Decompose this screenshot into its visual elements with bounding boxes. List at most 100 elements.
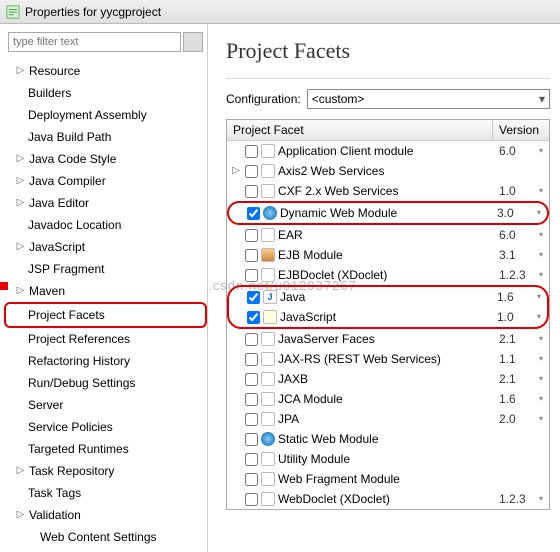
filter-input[interactable] bbox=[8, 32, 181, 52]
facet-checkbox[interactable] bbox=[245, 165, 258, 178]
facet-name: JCA Module bbox=[278, 390, 343, 408]
facet-version[interactable]: 1.0 bbox=[493, 181, 549, 201]
file-icon bbox=[261, 184, 275, 198]
tree-item-label: Deployment Assembly bbox=[28, 106, 147, 124]
expander-icon[interactable]: ▷ bbox=[16, 177, 25, 186]
facet-version[interactable]: 6.0 bbox=[493, 225, 549, 245]
facet-version[interactable]: 3.1 bbox=[493, 245, 549, 265]
facet-version[interactable]: 1.6 bbox=[493, 389, 549, 409]
tree-item-resource[interactable]: ▷ Resource bbox=[4, 60, 207, 82]
tree-item-javascript[interactable]: ▷JavaScript bbox=[4, 236, 207, 258]
expander-icon[interactable]: ▷ bbox=[16, 511, 25, 520]
facet-checkbox[interactable] bbox=[245, 333, 258, 346]
facet-row[interactable]: JCA Module 1.6 bbox=[227, 389, 549, 409]
tree-item-java-compiler[interactable]: ▷Java Compiler bbox=[4, 170, 207, 192]
tree-item-validation[interactable]: ▷Validation bbox=[4, 504, 207, 526]
tree-item-web-content-settings[interactable]: Web Content Settings bbox=[4, 526, 207, 548]
facet-checkbox[interactable] bbox=[245, 185, 258, 198]
tree-item-java-code-style[interactable]: ▷Java Code Style bbox=[4, 148, 207, 170]
tree-item-javadoc-location[interactable]: Javadoc Location bbox=[4, 214, 207, 236]
facet-row[interactable]: JavaScript1.0 bbox=[229, 307, 547, 327]
facet-expander-icon[interactable]: ▷ bbox=[230, 162, 242, 180]
facet-checkbox[interactable] bbox=[247, 311, 260, 324]
facet-row[interactable]: JAXB2.1 bbox=[227, 369, 549, 389]
facet-checkbox[interactable] bbox=[245, 229, 258, 242]
col-header-version[interactable]: Version bbox=[493, 120, 549, 140]
expander-icon[interactable]: ▷ bbox=[16, 467, 25, 476]
expander-icon[interactable]: ▷ bbox=[16, 243, 25, 252]
tree-item-web-page-editor[interactable]: Web Page Editor bbox=[4, 548, 207, 552]
facet-checkbox[interactable] bbox=[245, 249, 258, 262]
tree-item-task-repository[interactable]: ▷Task Repository bbox=[4, 460, 207, 482]
facet-row[interactable]: Dynamic Web Module3.0 bbox=[229, 203, 547, 223]
facet-checkbox[interactable] bbox=[247, 291, 260, 304]
configuration-combo[interactable]: <custom> bbox=[307, 89, 550, 109]
clear-filter-button[interactable] bbox=[183, 32, 203, 52]
facet-row[interactable]: WebDoclet (XDoclet)1.2.3 bbox=[227, 489, 549, 509]
expander-icon[interactable]: ▷ bbox=[16, 287, 25, 296]
tree-item-label: Service Policies bbox=[28, 418, 113, 436]
facet-row[interactable]: EJB Module3.1 bbox=[227, 245, 549, 265]
expander-icon[interactable]: ▷ bbox=[16, 155, 25, 164]
facet-checkbox[interactable] bbox=[247, 207, 260, 220]
facet-checkbox[interactable] bbox=[245, 433, 258, 446]
facet-row[interactable]: JavaServer Faces2.1 bbox=[227, 329, 549, 349]
facet-row[interactable]: EJBDoclet (XDoclet)1.2.3 bbox=[227, 265, 549, 285]
tree-item-task-tags[interactable]: Task Tags bbox=[4, 482, 207, 504]
tree-item-targeted-runtimes[interactable]: Targeted Runtimes bbox=[4, 438, 207, 460]
facet-row[interactable]: Static Web Module bbox=[227, 429, 549, 449]
facet-version[interactable]: 3.0 bbox=[491, 203, 547, 223]
facet-row[interactable]: JJava1.6 bbox=[229, 287, 547, 307]
facet-version[interactable]: 1.2.3 bbox=[493, 265, 549, 285]
facet-version[interactable] bbox=[493, 478, 549, 480]
facet-checkbox[interactable] bbox=[245, 145, 258, 158]
facet-checkbox[interactable] bbox=[245, 453, 258, 466]
tree-item-project-references[interactable]: Project References bbox=[4, 328, 207, 350]
facet-row[interactable]: Web Fragment Module bbox=[227, 469, 549, 489]
tree-item-label: Project Facets bbox=[28, 306, 105, 324]
tree-item-jsp-fragment[interactable]: JSP Fragment bbox=[4, 258, 207, 280]
tree-item-server[interactable]: Server bbox=[4, 394, 207, 416]
facet-row[interactable]: Utility Module bbox=[227, 449, 549, 469]
facet-row[interactable]: JPA2.0 bbox=[227, 409, 549, 429]
facet-row[interactable]: ▷Axis2 Web Services bbox=[227, 161, 549, 181]
facet-version[interactable] bbox=[493, 458, 549, 460]
facet-version[interactable]: 2.1 bbox=[493, 329, 549, 349]
facet-checkbox[interactable] bbox=[245, 353, 258, 366]
tree-item-java-build-path[interactable]: Java Build Path bbox=[4, 126, 207, 148]
expander-icon[interactable]: ▷ bbox=[16, 199, 25, 208]
facet-row[interactable]: EAR6.0 bbox=[227, 225, 549, 245]
facet-checkbox[interactable] bbox=[245, 493, 258, 506]
tree-item-deployment-assembly[interactable]: Deployment Assembly bbox=[4, 104, 207, 126]
facet-checkbox[interactable] bbox=[245, 393, 258, 406]
tree-item-maven[interactable]: ▷Maven bbox=[4, 280, 207, 302]
expander-icon[interactable]: ▷ bbox=[16, 67, 25, 76]
facet-row[interactable]: JAX-RS (REST Web Services)1.1 bbox=[227, 349, 549, 369]
tree-item-label: Refactoring History bbox=[28, 352, 130, 370]
col-header-facet[interactable]: Project Facet bbox=[227, 120, 493, 140]
tree-item-run-debug-settings[interactable]: Run/Debug Settings bbox=[4, 372, 207, 394]
file-icon bbox=[261, 492, 275, 506]
facet-checkbox[interactable] bbox=[245, 269, 258, 282]
facet-version[interactable]: 1.6 bbox=[491, 287, 547, 307]
facet-checkbox[interactable] bbox=[245, 413, 258, 426]
tree-item-java-editor[interactable]: ▷Java Editor bbox=[4, 192, 207, 214]
tree-item-refactoring-history[interactable]: Refactoring History bbox=[4, 350, 207, 372]
facet-version[interactable]: 2.0 bbox=[493, 409, 549, 429]
file-icon bbox=[261, 164, 275, 178]
facet-version[interactable]: 1.0 bbox=[491, 307, 547, 327]
facet-checkbox[interactable] bbox=[245, 473, 258, 486]
tree-item-project-facets[interactable]: Project Facets bbox=[4, 302, 207, 328]
tree-item-service-policies[interactable]: Service Policies bbox=[4, 416, 207, 438]
facet-version[interactable] bbox=[493, 438, 549, 440]
facet-version[interactable]: 1.1 bbox=[493, 349, 549, 369]
facet-version[interactable]: 6.0 bbox=[493, 141, 549, 161]
facet-version[interactable]: 2.1 bbox=[493, 369, 549, 389]
facet-row[interactable]: CXF 2.x Web Services1.0 bbox=[227, 181, 549, 201]
facet-version[interactable]: 1.2.3 bbox=[493, 489, 549, 509]
facet-checkbox[interactable] bbox=[245, 373, 258, 386]
facet-row[interactable]: Application Client module6.0 bbox=[227, 141, 549, 161]
facet-version[interactable] bbox=[493, 170, 549, 172]
tree-item-label: Resource bbox=[29, 62, 80, 80]
tree-item-builders[interactable]: Builders bbox=[4, 82, 207, 104]
